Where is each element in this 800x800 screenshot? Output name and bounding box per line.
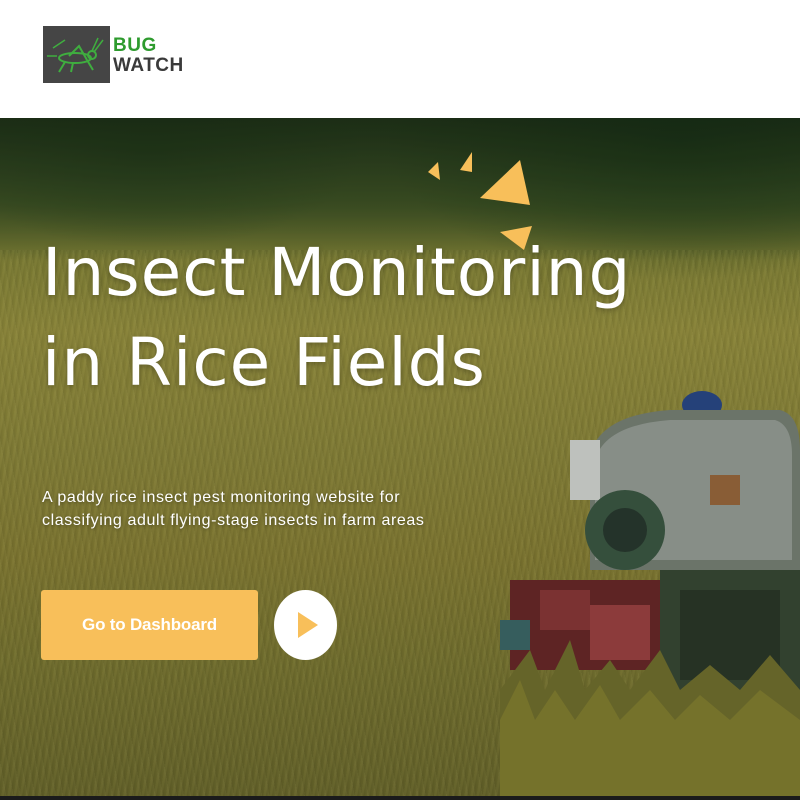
page-bottom-edge xyxy=(0,796,800,800)
hero-section xyxy=(0,110,800,800)
logo-link[interactable] xyxy=(43,26,110,83)
play-video-button[interactable] xyxy=(274,590,337,660)
hero-title: Insect Monitoring in Rice Fields xyxy=(42,228,762,408)
brand-name-line1: BUG xyxy=(113,35,157,56)
play-icon xyxy=(297,612,318,638)
hero-title-line1: Insect Monitoring xyxy=(42,234,632,311)
hero-title-line2: in Rice Fields xyxy=(42,324,486,401)
brand-name-line2: WATCH xyxy=(113,55,184,76)
site-header: BUG WATCH xyxy=(0,0,800,118)
go-to-dashboard-button[interactable]: Go to Dashboard xyxy=(41,590,258,660)
hero-subtitle: A paddy rice insect pest monitoring webs… xyxy=(42,486,562,532)
brand-name: BUG WATCH xyxy=(113,36,184,76)
hero-overlay xyxy=(0,110,800,800)
grasshopper-icon xyxy=(43,26,110,83)
hero-subtitle-line1: A paddy rice insect pest monitoring webs… xyxy=(42,489,401,506)
hero-subtitle-line2: classifying adult flying-stage insects i… xyxy=(42,512,425,529)
